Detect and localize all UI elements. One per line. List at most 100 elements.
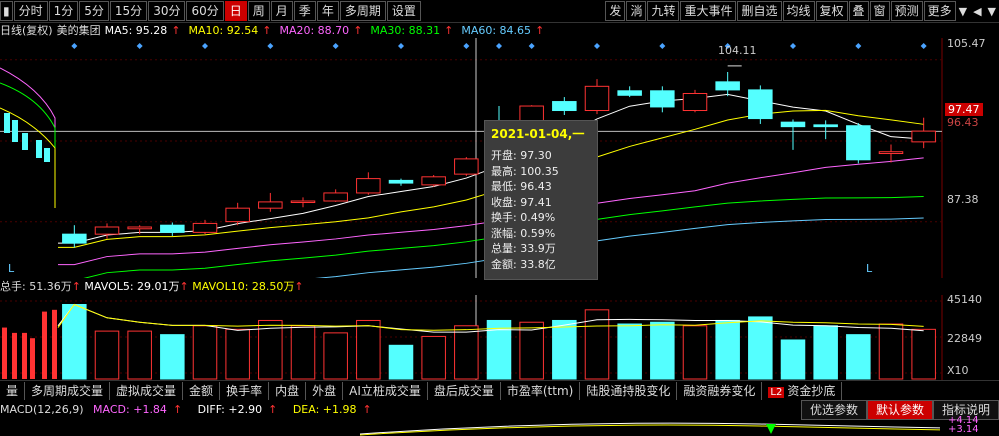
event-diamond-icon[interactable]: [71, 43, 78, 49]
indicator-tab-1[interactable]: 多周期成交量: [25, 382, 111, 400]
volume-bar[interactable]: [552, 319, 577, 380]
candle-up[interactable]: [356, 178, 381, 194]
period-tab-12[interactable]: 设置: [386, 1, 421, 21]
volume-bar[interactable]: [813, 325, 838, 380]
toolbar-right-5[interactable]: 均线: [782, 1, 815, 21]
candle-up[interactable]: [911, 130, 936, 143]
indicator-tab-7[interactable]: AI立桩成交量: [343, 382, 428, 400]
indicator-tab-10[interactable]: 陆股通持股变化: [580, 382, 678, 400]
volume-bar[interactable]: [192, 325, 218, 380]
event-diamond-icon[interactable]: [594, 43, 600, 49]
candle-up[interactable]: [682, 92, 708, 112]
toolbar-right-9[interactable]: 预测: [890, 1, 923, 21]
candle-up[interactable]: [584, 85, 610, 112]
volume-bar[interactable]: [911, 328, 936, 380]
indicator-tab-3[interactable]: 金额: [183, 382, 221, 400]
candle-up[interactable]: [94, 226, 120, 235]
period-tab-6[interactable]: 日: [224, 1, 247, 21]
candle-up[interactable]: [127, 226, 152, 230]
param-tab-0[interactable]: 优选参数: [800, 400, 867, 420]
dropdown-icon[interactable]: ▼: [985, 5, 999, 18]
period-tab-7[interactable]: 周: [247, 1, 270, 21]
period-tab-10[interactable]: 年: [316, 1, 339, 21]
period-tab-8[interactable]: 月: [270, 1, 293, 21]
toolbar-right-7[interactable]: 叠: [848, 1, 869, 21]
candle-up[interactable]: [454, 158, 479, 175]
candle-down[interactable]: [160, 224, 185, 233]
candle-up[interactable]: [878, 151, 904, 155]
volume-bar[interactable]: [682, 325, 708, 380]
toolbar-right-8[interactable]: 窗: [869, 1, 890, 21]
volume-bar[interactable]: [94, 330, 120, 380]
event-diamond-icon[interactable]: [528, 43, 535, 49]
volume-bar[interactable]: [454, 325, 479, 380]
event-diamond-icon[interactable]: [855, 43, 862, 49]
indicator-tab-2[interactable]: 虚拟成交量: [110, 382, 184, 400]
volume-bar[interactable]: [878, 323, 904, 380]
indicator-tab-6[interactable]: 外盘: [306, 382, 344, 400]
period-tab-3[interactable]: 15分: [109, 1, 148, 21]
toolbar-square-icon[interactable]: ▮: [0, 1, 13, 21]
indicator-tab-0[interactable]: 量: [0, 382, 26, 400]
volume-bar[interactable]: [519, 321, 544, 380]
period-tab-0[interactable]: 分时: [13, 1, 48, 21]
indicator-tab-8[interactable]: 盘后成交量: [428, 382, 501, 400]
indicator-tab-5[interactable]: 内盘: [269, 382, 307, 400]
period-tab-1[interactable]: 1分: [48, 1, 79, 21]
event-diamond-icon[interactable]: [790, 43, 796, 49]
candle-down[interactable]: [748, 89, 773, 120]
candle-down[interactable]: [552, 101, 577, 112]
volume-bar[interactable]: [388, 344, 414, 380]
candle-down[interactable]: [62, 233, 87, 244]
volume-bar[interactable]: [356, 319, 381, 380]
dropdown-icon[interactable]: ▼: [956, 5, 970, 18]
candle-up[interactable]: [225, 207, 250, 223]
event-diamond-icon[interactable]: [398, 43, 404, 49]
period-tab-4[interactable]: 30分: [148, 1, 186, 21]
candle-up[interactable]: [258, 201, 283, 209]
period-tab-11[interactable]: 多周期: [339, 1, 386, 21]
indicator-tab-12[interactable]: L2 资金抄底: [762, 382, 843, 400]
volume-bar[interactable]: [323, 332, 348, 380]
volume-bar[interactable]: [617, 323, 642, 380]
toolbar-right-2[interactable]: 九转: [647, 1, 680, 21]
event-diamond-icon[interactable]: [463, 43, 470, 49]
event-diamond-icon[interactable]: [332, 43, 339, 49]
param-tab-1[interactable]: 默认参数: [866, 400, 933, 420]
volume-bar[interactable]: [748, 316, 773, 380]
indicator-tab-9[interactable]: 市盈率(ttm): [501, 382, 581, 400]
candle-up[interactable]: [323, 192, 348, 202]
candle-down[interactable]: [617, 90, 642, 96]
volume-bar[interactable]: [421, 335, 446, 380]
volume-bar[interactable]: [780, 339, 806, 380]
volume-bar[interactable]: [846, 334, 871, 380]
volume-bar[interactable]: [127, 330, 152, 380]
toolbar-right-0[interactable]: 发: [605, 1, 626, 21]
event-diamond-icon[interactable]: [202, 43, 208, 49]
period-tab-5[interactable]: 60分: [186, 1, 224, 21]
candle-down[interactable]: [388, 179, 414, 184]
candle-up[interactable]: [421, 176, 446, 186]
toolbar-right-6[interactable]: 复权: [815, 1, 848, 21]
event-diamond-icon[interactable]: [659, 43, 666, 49]
event-diamond-icon[interactable]: [496, 43, 502, 49]
period-tab-2[interactable]: 5分: [79, 1, 109, 21]
indicator-tab-4[interactable]: 换手率: [220, 382, 270, 400]
event-diamond-icon[interactable]: [920, 43, 927, 49]
candle-down[interactable]: [650, 90, 675, 108]
collapse-left-icon[interactable]: ◀: [970, 5, 984, 18]
candle-down[interactable]: [846, 125, 871, 161]
volume-chart[interactable]: [0, 295, 999, 380]
candle-up[interactable]: [192, 222, 218, 233]
volume-bar[interactable]: [290, 325, 316, 380]
volume-bar[interactable]: [225, 328, 250, 380]
indicator-tab-11[interactable]: 融资融券变化: [677, 382, 763, 400]
period-tab-9[interactable]: 季: [293, 1, 316, 21]
toolbar-right-10[interactable]: 更多: [923, 1, 956, 21]
toolbar-right-4[interactable]: 删自选: [737, 1, 782, 21]
toolbar-right-3[interactable]: 重大事件: [680, 1, 737, 21]
volume-bar[interactable]: [715, 319, 740, 380]
macd-chart[interactable]: [0, 418, 940, 436]
toolbar-right-1[interactable]: 淌: [626, 1, 647, 21]
candle-down[interactable]: [715, 81, 740, 91]
